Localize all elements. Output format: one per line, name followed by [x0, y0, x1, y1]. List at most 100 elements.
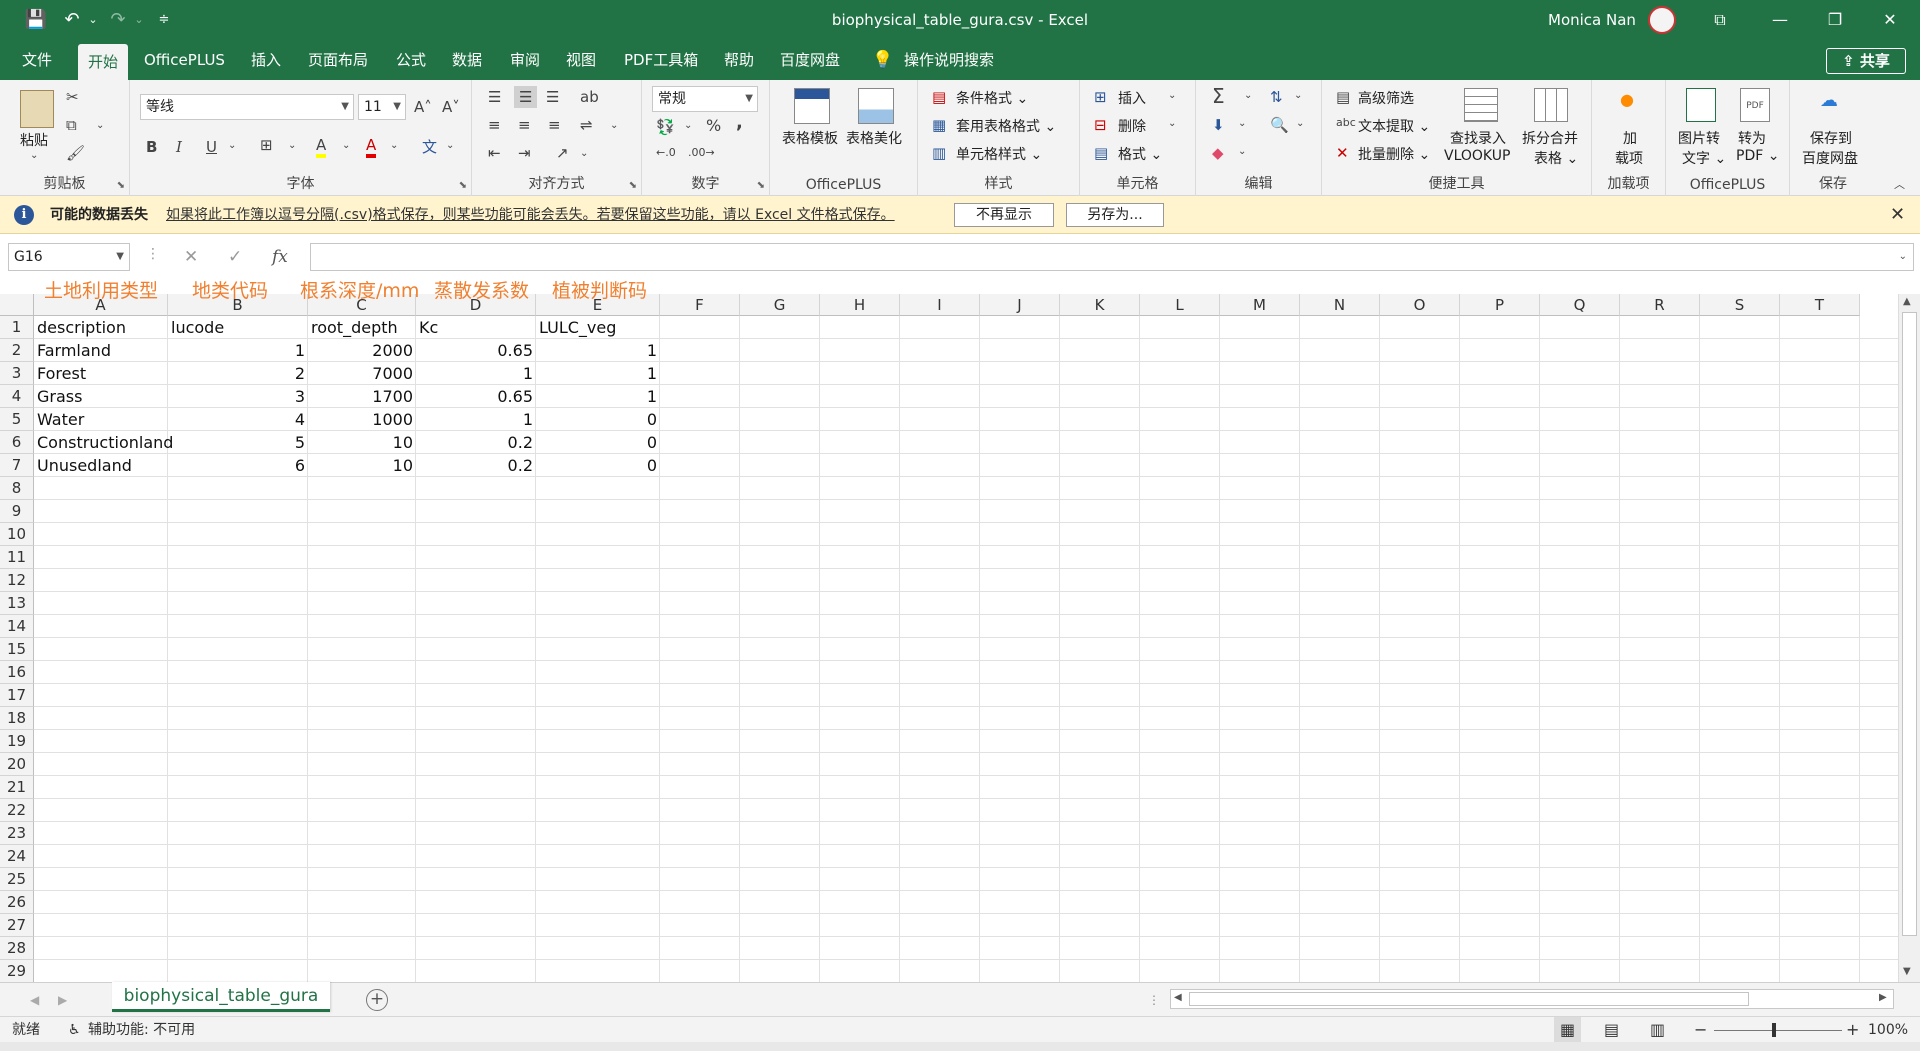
table-cell[interactable]: 1: [536, 339, 660, 362]
clear-dropdown-icon[interactable]: ⌄: [1238, 146, 1246, 157]
align-bottom-icon[interactable]: ☰: [546, 88, 559, 106]
formula-bar-grip-icon[interactable]: ⋮: [146, 246, 160, 262]
collapse-ribbon-icon[interactable]: ︿: [1894, 176, 1905, 192]
zoom-slider-thumb[interactable]: [1772, 1023, 1776, 1037]
table-cell[interactable]: 3: [168, 385, 308, 408]
merge-dropdown-icon[interactable]: ⌄: [610, 120, 618, 131]
table-cell[interactable]: 0.65: [416, 339, 536, 362]
baidu-cloud-icon[interactable]: ☁: [1820, 90, 1838, 111]
maximize-icon[interactable]: ❐: [1805, 0, 1865, 40]
enter-icon[interactable]: ✓: [228, 243, 242, 271]
row-header-24[interactable]: 24: [0, 845, 34, 868]
to-pdf-button-line2[interactable]: PDF ⌄: [1736, 148, 1779, 164]
borders-icon[interactable]: ⊞: [260, 136, 273, 154]
conditional-format-button[interactable]: 条件格式 ⌄: [956, 88, 1028, 108]
font-color-icon[interactable]: A: [366, 136, 377, 158]
horizontal-scroll-thumb[interactable]: [1189, 992, 1749, 1006]
row-header-27[interactable]: 27: [0, 914, 34, 937]
column-header-k[interactable]: K: [1060, 294, 1140, 316]
table-cell[interactable]: 1700: [308, 385, 416, 408]
row-header-1[interactable]: 1: [0, 316, 34, 339]
vlookup-icon[interactable]: [1464, 88, 1498, 122]
page-break-view-icon[interactable]: ▥: [1650, 1017, 1665, 1043]
increase-indent-icon[interactable]: ⇥: [518, 144, 531, 162]
autosum-icon[interactable]: Σ: [1212, 84, 1225, 108]
zoom-in-button[interactable]: +: [1846, 1017, 1859, 1043]
find-dropdown-icon[interactable]: ⌄: [1296, 118, 1304, 129]
row-header-22[interactable]: 22: [0, 799, 34, 822]
row-header-23[interactable]: 23: [0, 822, 34, 845]
table-template-icon[interactable]: [794, 88, 830, 124]
autosum-dropdown-icon[interactable]: ⌄: [1244, 90, 1252, 101]
column-header-h[interactable]: H: [820, 294, 900, 316]
name-box[interactable]: G16 ▼: [8, 243, 130, 271]
table-cell[interactable]: 0.65: [416, 385, 536, 408]
table-cell[interactable]: 10: [308, 431, 416, 454]
delete-cells-icon[interactable]: ⊟: [1094, 116, 1107, 134]
cancel-icon[interactable]: ✕: [184, 243, 198, 271]
split-grip-icon[interactable]: ⋮: [1148, 983, 1160, 1017]
split-merge-icon[interactable]: [1534, 88, 1568, 122]
cell-header[interactable]: Kc: [416, 316, 536, 339]
cell-header[interactable]: root_depth: [308, 316, 416, 339]
expand-formula-icon[interactable]: ⌄: [1899, 244, 1907, 270]
text-extract-icon[interactable]: abc: [1336, 116, 1356, 129]
tab-view[interactable]: 视图: [566, 40, 596, 80]
table-cell[interactable]: 2000: [308, 339, 416, 362]
share-button[interactable]: ⇪ 共享: [1826, 48, 1906, 74]
tab-review[interactable]: 审阅: [510, 40, 540, 80]
column-header-i[interactable]: I: [900, 294, 980, 316]
row-header-9[interactable]: 9: [0, 500, 34, 523]
close-icon[interactable]: ✕: [1860, 0, 1920, 40]
close-icon[interactable]: ✕: [1890, 196, 1905, 234]
row-header-26[interactable]: 26: [0, 891, 34, 914]
phonetic-icon[interactable]: 文: [422, 136, 437, 157]
column-header-l[interactable]: L: [1140, 294, 1220, 316]
format-cells-button[interactable]: 格式 ⌄: [1118, 144, 1162, 164]
row-header-17[interactable]: 17: [0, 684, 34, 707]
row-header-3[interactable]: 3: [0, 362, 34, 385]
table-cell[interactable]: 10: [308, 454, 416, 477]
format-as-table-button[interactable]: 套用表格格式 ⌄: [956, 116, 1056, 136]
minimize-icon[interactable]: —: [1750, 0, 1810, 40]
bold-button[interactable]: B: [146, 138, 157, 156]
vertical-scroll-thumb[interactable]: [1902, 312, 1917, 936]
row-header-29[interactable]: 29: [0, 960, 34, 982]
row-header-4[interactable]: 4: [0, 385, 34, 408]
row-header-21[interactable]: 21: [0, 776, 34, 799]
insert-dropdown-icon[interactable]: ⌄: [1168, 90, 1176, 101]
image-to-text-icon[interactable]: [1686, 88, 1716, 122]
align-top-icon[interactable]: ☰: [488, 88, 501, 106]
find-select-icon[interactable]: 🔍: [1270, 116, 1289, 134]
tab-officeplus[interactable]: OfficePLUS: [144, 40, 225, 80]
align-center-icon[interactable]: ≡: [518, 116, 531, 134]
tab-formulas[interactable]: 公式: [396, 40, 426, 80]
column-header-o[interactable]: O: [1380, 294, 1460, 316]
phonetic-dropdown-icon[interactable]: ⌄: [446, 140, 454, 151]
table-cell[interactable]: Forest: [34, 362, 168, 385]
batch-delete-button[interactable]: 批量删除 ⌄: [1358, 144, 1430, 164]
save-to-baidu-button[interactable]: 保存到: [1810, 128, 1852, 148]
row-header-25[interactable]: 25: [0, 868, 34, 891]
cell-header[interactable]: LULC_veg: [536, 316, 660, 339]
lightbulb-icon[interactable]: 💡: [872, 40, 893, 80]
underline-dropdown-icon[interactable]: ⌄: [228, 140, 236, 151]
row-header-5[interactable]: 5: [0, 408, 34, 431]
advanced-filter-button[interactable]: 高级筛选: [1358, 88, 1414, 108]
avatar[interactable]: [1648, 6, 1676, 34]
table-cell[interactable]: Farmland: [34, 339, 168, 362]
paste-icon[interactable]: [20, 90, 54, 128]
table-cell[interactable]: 1000: [308, 408, 416, 431]
row-header-12[interactable]: 12: [0, 569, 34, 592]
column-header-f[interactable]: F: [660, 294, 740, 316]
sheet-tab-active[interactable]: biophysical_table_gura: [112, 982, 330, 1012]
tab-data[interactable]: 数据: [452, 40, 482, 80]
addins-button-line2[interactable]: 载项: [1615, 148, 1643, 168]
image-to-text-button-line2[interactable]: 文字 ⌄: [1682, 148, 1726, 168]
row-header-6[interactable]: 6: [0, 431, 34, 454]
user-name[interactable]: Monica Nan: [1548, 0, 1636, 40]
dialog-launcher-icon[interactable]: ⬊: [629, 180, 637, 191]
row-header-10[interactable]: 10: [0, 523, 34, 546]
text-direction-dropdown-icon[interactable]: ⌄: [580, 148, 588, 159]
align-right-icon[interactable]: ≡: [548, 116, 561, 134]
